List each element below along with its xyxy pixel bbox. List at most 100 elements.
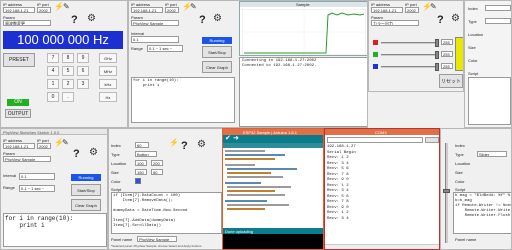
send-button[interactable] <box>425 137 439 143</box>
key-9[interactable]: 9 <box>77 53 89 63</box>
type-field[interactable]: Slider <box>477 151 507 157</box>
plug-icon[interactable]: ✎ <box>190 3 197 11</box>
help-icon[interactable]: ? <box>73 149 80 160</box>
key-3[interactable]: 3 <box>77 79 89 89</box>
code-line <box>225 164 255 166</box>
gear-icon[interactable]: ⚙ <box>451 14 460 24</box>
script-editor[interactable]: if (Item[7].DataCount > 100) Item[7].Rem… <box>111 192 222 234</box>
type-field[interactable]: Button <box>135 151 157 157</box>
index-label: Index <box>111 143 121 148</box>
ip-input[interactable]: 192.168.1.21 <box>3 143 35 149</box>
green-value[interactable]: 255 <box>441 51 453 57</box>
color-swatch[interactable] <box>135 178 141 184</box>
code-line <box>227 204 289 206</box>
key-8[interactable]: 8 <box>62 53 74 63</box>
clear-graph-button[interactable]: Clear Graph <box>202 61 232 73</box>
color-label: Color <box>455 179 465 184</box>
help-icon[interactable]: ? <box>181 141 188 152</box>
reset-button[interactable]: リセット <box>439 74 463 88</box>
unit-hz[interactable]: Hz <box>99 92 117 102</box>
key-6[interactable]: 6 <box>77 66 89 76</box>
gear-icon[interactable]: ⚙ <box>197 140 206 150</box>
key-dot[interactable]: . <box>62 92 74 102</box>
clear-graph-button[interactable]: Clear Graph <box>71 199 101 211</box>
type-field[interactable] <box>485 18 511 24</box>
key-2[interactable]: 2 <box>62 79 74 89</box>
panel-name-field[interactable]: PhyView Sample <box>137 236 177 242</box>
vertical-slider-thumb[interactable] <box>443 189 450 193</box>
help-icon[interactable]: ? <box>437 15 444 26</box>
help-icon[interactable]: ? <box>199 15 206 26</box>
gear-icon[interactable]: ⚙ <box>87 14 96 24</box>
loc-y-field[interactable]: 200 <box>151 160 163 166</box>
help-icon[interactable]: ? <box>71 15 78 26</box>
script-editor[interactable]: for i in range(10): print i <box>131 77 235 123</box>
output-button[interactable]: OUTPUT <box>5 109 31 118</box>
red-slider[interactable] <box>381 42 437 44</box>
param-select[interactable]: 周波数変更 <box>3 20 51 26</box>
send-input[interactable] <box>327 137 423 143</box>
serial-monitor: COM3 192.168.1.27 Serial Begin Recv: 1 2… <box>324 128 440 250</box>
script-editor[interactable]: b mag = "$ldBe4d: %f" % N b=b_mag if Rem… <box>453 192 511 234</box>
code-line <box>225 182 261 184</box>
green-swatch <box>373 52 378 57</box>
plug-icon[interactable]: ✎ <box>430 3 437 11</box>
blue-thumb[interactable] <box>435 63 439 71</box>
range-select[interactable]: 0.1 ~ 1 sec ~ <box>19 185 55 192</box>
script-field[interactable] <box>468 77 511 125</box>
param-select[interactable]: カラー出力 <box>371 20 419 26</box>
ip-input[interactable]: 192.168.1.21 <box>371 7 403 13</box>
ip-input[interactable]: 192.168.1.21 <box>131 7 163 13</box>
port-input[interactable]: 2002 <box>165 7 179 13</box>
color-panel: IP address IP port 192.168.1.21 2002 ⚡ ✎… <box>368 0 464 92</box>
start-stop-button[interactable]: Start/Stop <box>202 46 232 58</box>
plug-icon[interactable]: ✎ <box>63 3 70 11</box>
port-input[interactable]: 2002 <box>37 7 51 13</box>
port-input[interactable]: 2002 <box>37 143 51 149</box>
code-area[interactable] <box>223 148 323 228</box>
blue-slider[interactable] <box>381 66 437 68</box>
start-stop-button[interactable]: Start/Stop <box>71 184 101 196</box>
plug-icon[interactable]: ✎ <box>62 139 69 147</box>
type-label: Type <box>455 152 464 157</box>
blue-value[interactable]: 255 <box>441 63 453 69</box>
red-thumb[interactable] <box>435 39 439 47</box>
ip-input[interactable]: 192.168.1.21 <box>3 7 35 13</box>
preset-button[interactable]: PRESET <box>3 53 35 67</box>
param-select[interactable]: PhyView Sample <box>3 156 51 162</box>
vertical-slider[interactable] <box>445 143 448 243</box>
unit-khz[interactable]: kHz <box>99 79 117 89</box>
interval-input[interactable]: 0.1 <box>131 36 179 43</box>
gear-icon[interactable]: ⚙ <box>213 14 222 24</box>
code-line <box>225 158 275 160</box>
script-editor[interactable]: for i in range(10): print i <box>3 213 107 247</box>
port-input[interactable]: 2002 <box>405 7 419 13</box>
green-thumb[interactable] <box>435 51 439 59</box>
log-line: Connected to 192.168.1.27:2002. <box>242 64 317 68</box>
red-value[interactable]: 255 <box>441 39 453 45</box>
prop-index: Index <box>468 6 478 11</box>
key-7[interactable]: 7 <box>47 53 59 63</box>
key-0[interactable]: 0 <box>47 92 59 102</box>
key-5[interactable]: 5 <box>62 66 74 76</box>
size-w-field[interactable]: 150 <box>135 169 147 175</box>
index-field[interactable]: 60 <box>135 142 149 148</box>
index-field[interactable] <box>485 5 511 11</box>
gear-icon[interactable]: ⚙ <box>89 148 98 158</box>
green-slider[interactable] <box>381 54 437 56</box>
interval-input[interactable]: 0.1 <box>19 173 55 180</box>
slider-designer: Index Type Slider Location Size Color Sc… <box>440 128 512 250</box>
verify-icon[interactable]: ✔ <box>225 135 231 143</box>
upload-icon[interactable]: ➜ <box>233 135 239 143</box>
range-select[interactable]: 0.1 ~ 1 sec ~ <box>147 45 183 52</box>
connect-icon[interactable]: ⚡ <box>169 139 179 147</box>
unit-ghz[interactable]: GHz <box>99 53 117 63</box>
code-line <box>227 186 291 188</box>
size-h-field[interactable]: 50 <box>151 169 163 175</box>
key-4[interactable]: 4 <box>47 66 59 76</box>
key-1[interactable]: 1 <box>47 79 59 89</box>
param-select[interactable]: PhyView Sample <box>131 20 179 26</box>
unit-mhz[interactable]: MHz <box>99 66 117 76</box>
loc-x-field[interactable]: 100 <box>135 160 147 166</box>
chart-svg <box>242 9 366 55</box>
